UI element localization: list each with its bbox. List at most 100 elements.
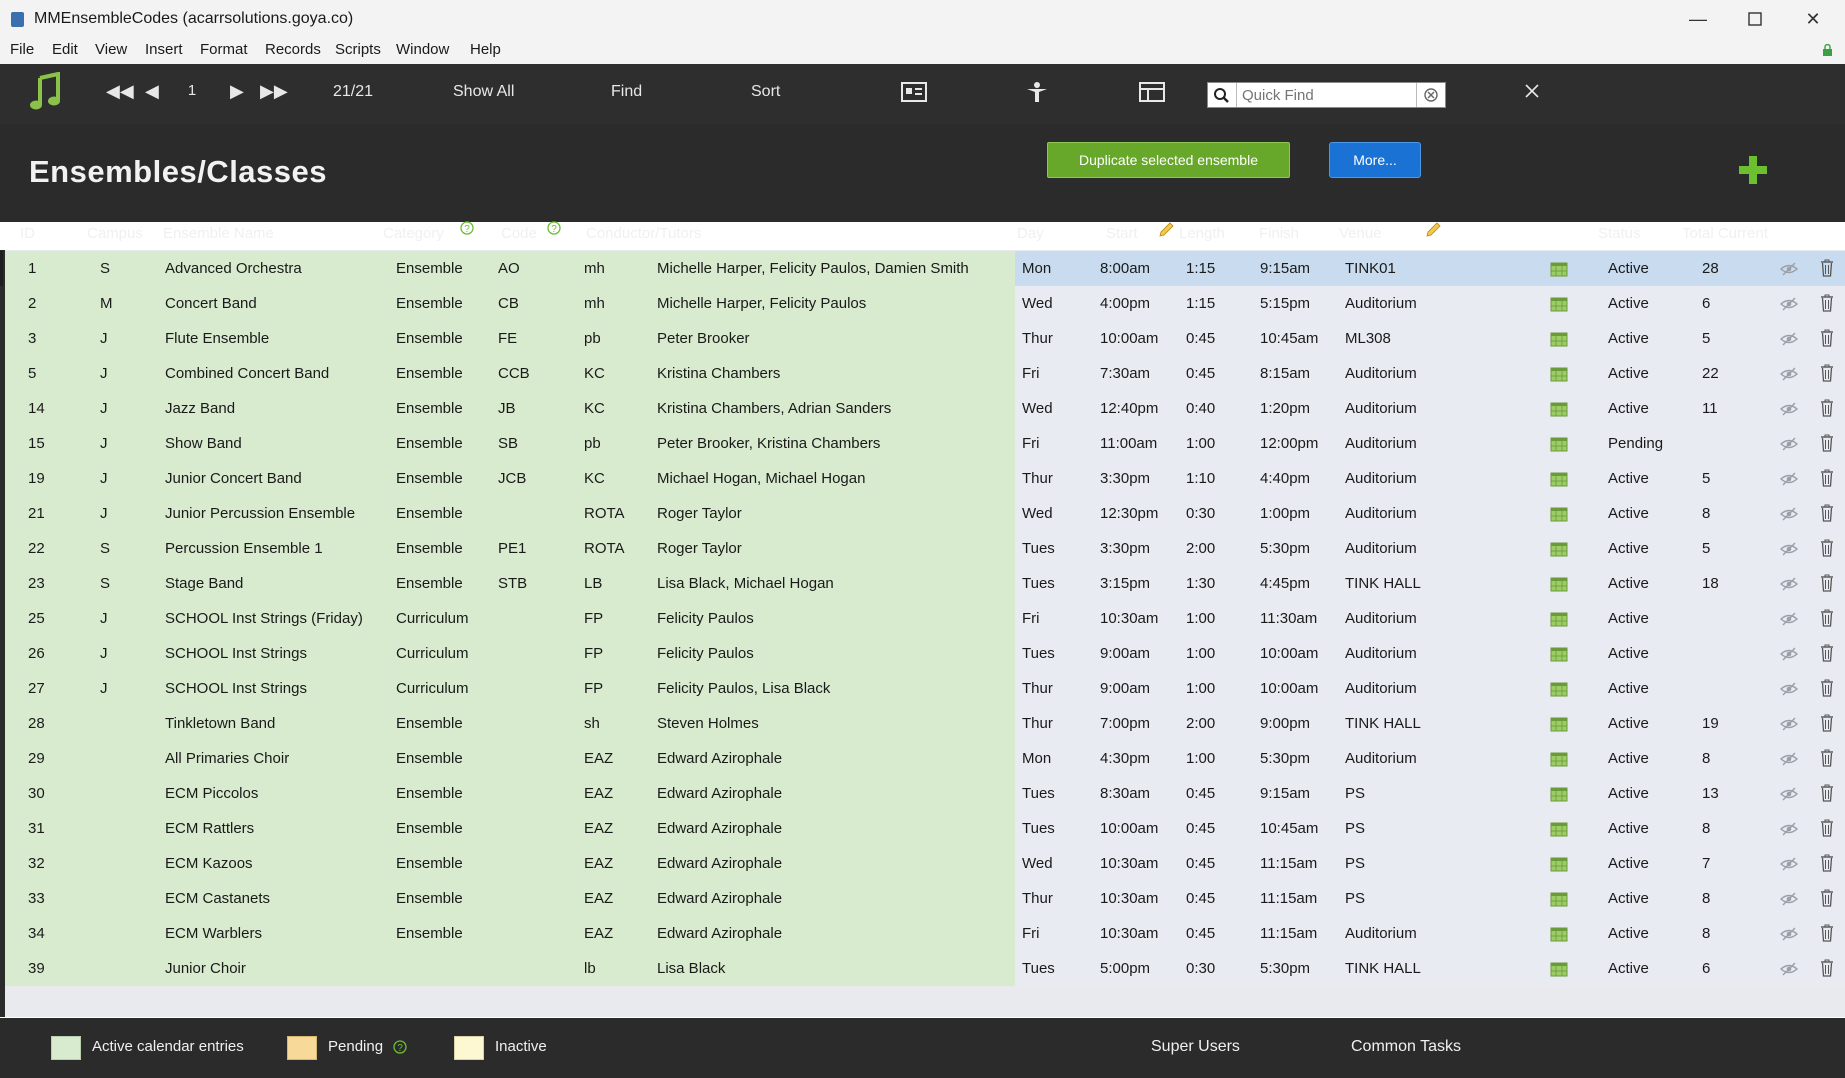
help-icon[interactable]: ? [547, 221, 561, 235]
cell-status[interactable]: Active [1608, 295, 1649, 312]
cell-day[interactable]: Thur [1022, 470, 1053, 487]
cell-campus[interactable]: J [100, 645, 108, 662]
cell-day[interactable]: Tues [1022, 645, 1055, 662]
last-record-icon[interactable]: ▶▶ [260, 81, 288, 102]
cell-day[interactable]: Thur [1022, 715, 1053, 732]
cell-finish[interactable]: 11:15am [1260, 890, 1317, 907]
cell-length[interactable]: 0:45 [1186, 785, 1215, 802]
cell-start[interactable]: 8:30am [1100, 785, 1150, 802]
cell-finish[interactable]: 5:30pm [1260, 960, 1310, 977]
cell-day[interactable]: Wed [1022, 295, 1053, 312]
cell-length[interactable]: 0:45 [1186, 820, 1215, 837]
cell-conductor-code[interactable]: FP [584, 610, 603, 627]
cell-code[interactable]: CCB [498, 365, 530, 382]
close-icon[interactable] [1523, 82, 1541, 100]
cell-length[interactable]: 2:00 [1186, 540, 1215, 557]
cell-id[interactable]: 1 [28, 260, 36, 277]
cell-campus[interactable]: S [100, 260, 110, 277]
column-header-conductor-tutors[interactable]: Conductor/Tutors [586, 225, 701, 242]
table-row[interactable]: 28 Tinkletown Band Ensemble sh Steven Holmes… [5, 706, 1845, 741]
cell-venue[interactable]: Auditorium [1345, 680, 1417, 697]
hide-icon[interactable] [1780, 262, 1798, 276]
cell-code[interactable]: JCB [498, 470, 526, 487]
cell-conductor-code[interactable]: ROTA [584, 505, 625, 522]
cell-ensemble-name[interactable]: ECM Rattlers [165, 820, 254, 837]
accessibility-icon[interactable] [1023, 80, 1051, 104]
cell-tutors[interactable]: Edward Azirophale [657, 925, 782, 942]
cell-total-current[interactable]: 8 [1702, 505, 1710, 522]
cell-length[interactable]: 0:45 [1186, 365, 1215, 382]
cell-ensemble-name[interactable]: Jazz Band [165, 400, 235, 417]
hide-icon[interactable] [1780, 507, 1798, 521]
cell-ensemble-name[interactable]: Junior Concert Band [165, 470, 302, 487]
calendar-icon[interactable] [1550, 261, 1568, 277]
cell-conductor-code[interactable]: KC [584, 365, 605, 382]
calendar-icon[interactable] [1550, 646, 1568, 662]
common-tasks-button[interactable]: Common Tasks [1351, 1038, 1461, 1056]
cell-finish[interactable]: 4:45pm [1260, 575, 1310, 592]
table-row[interactable]: 27 J SCHOOL Inst Strings Curriculum FP Felici… [5, 671, 1845, 706]
cell-total-current[interactable]: 8 [1702, 890, 1710, 907]
cell-day[interactable]: Tues [1022, 820, 1055, 837]
cell-day[interactable]: Fri [1022, 365, 1040, 382]
cell-id[interactable]: 28 [28, 715, 45, 732]
cell-id[interactable]: 30 [28, 785, 45, 802]
cell-status[interactable]: Active [1608, 645, 1649, 662]
calendar-icon[interactable] [1550, 961, 1568, 977]
trash-icon[interactable] [1820, 469, 1834, 487]
cell-id[interactable]: 23 [28, 575, 45, 592]
menu-insert[interactable]: Insert [145, 41, 183, 58]
hide-icon[interactable] [1780, 472, 1798, 486]
cell-status[interactable]: Active [1608, 260, 1649, 277]
cell-category[interactable]: Ensemble [396, 295, 463, 312]
calendar-icon[interactable] [1550, 856, 1568, 872]
cell-campus[interactable]: J [100, 470, 108, 487]
cell-ensemble-name[interactable]: ECM Kazoos [165, 855, 253, 872]
cell-venue[interactable]: PS [1345, 855, 1365, 872]
cell-finish[interactable]: 4:40pm [1260, 470, 1310, 487]
help-icon[interactable]: ? [393, 1040, 407, 1054]
cell-conductor-code[interactable]: pb [584, 330, 601, 347]
cell-tutors[interactable]: Michelle Harper, Felicity Paulos, Damien… [657, 260, 969, 277]
cell-finish[interactable]: 11:15am [1260, 855, 1317, 872]
hide-icon[interactable] [1780, 542, 1798, 556]
cell-category[interactable]: Ensemble [396, 750, 463, 767]
cell-category[interactable]: Curriculum [396, 645, 469, 662]
cell-venue[interactable]: Auditorium [1345, 540, 1417, 557]
cell-day[interactable]: Tues [1022, 960, 1055, 977]
calendar-icon[interactable] [1550, 681, 1568, 697]
cell-campus[interactable]: S [100, 540, 110, 557]
column-header-campus[interactable]: Campus [87, 225, 143, 242]
cell-total-current[interactable]: 13 [1702, 785, 1719, 802]
cell-finish[interactable]: 9:15am [1260, 785, 1310, 802]
calendar-icon[interactable] [1550, 471, 1568, 487]
cell-length[interactable]: 2:00 [1186, 715, 1215, 732]
cell-code[interactable]: STB [498, 575, 527, 592]
cell-tutors[interactable]: Roger Taylor [657, 505, 742, 522]
cell-conductor-code[interactable]: ROTA [584, 540, 625, 557]
cell-venue[interactable]: Auditorium [1345, 925, 1417, 942]
column-header-venue[interactable]: Venue [1339, 225, 1382, 242]
cell-length[interactable]: 1:00 [1186, 680, 1215, 697]
cell-length[interactable]: 0:45 [1186, 925, 1215, 942]
cell-day[interactable]: Fri [1022, 435, 1040, 452]
cell-tutors[interactable]: Felicity Paulos [657, 610, 754, 627]
cell-category[interactable]: Curriculum [396, 610, 469, 627]
cell-finish[interactable]: 10:00am [1260, 645, 1318, 662]
cell-venue[interactable]: TINK HALL [1345, 575, 1421, 592]
trash-icon[interactable] [1820, 819, 1834, 837]
table-row[interactable]: 1 S Advanced Orchestra Ensemble AO mh Michelle… [0, 251, 1845, 286]
cell-category[interactable]: Ensemble [396, 925, 463, 942]
cell-ensemble-name[interactable]: Concert Band [165, 295, 257, 312]
cell-tutors[interactable]: Kristina Chambers, Adrian Sanders [657, 400, 891, 417]
calendar-icon[interactable] [1550, 541, 1568, 557]
cell-status[interactable]: Active [1608, 960, 1649, 977]
trash-icon[interactable] [1820, 574, 1834, 592]
cell-length[interactable]: 0:30 [1186, 960, 1215, 977]
cell-venue[interactable]: PS [1345, 820, 1365, 837]
cell-ensemble-name[interactable]: ECM Piccolos [165, 785, 258, 802]
cell-start[interactable]: 10:30am [1100, 610, 1158, 627]
cell-code[interactable]: SB [498, 435, 518, 452]
trash-icon[interactable] [1820, 609, 1834, 627]
cell-day[interactable]: Thur [1022, 330, 1053, 347]
